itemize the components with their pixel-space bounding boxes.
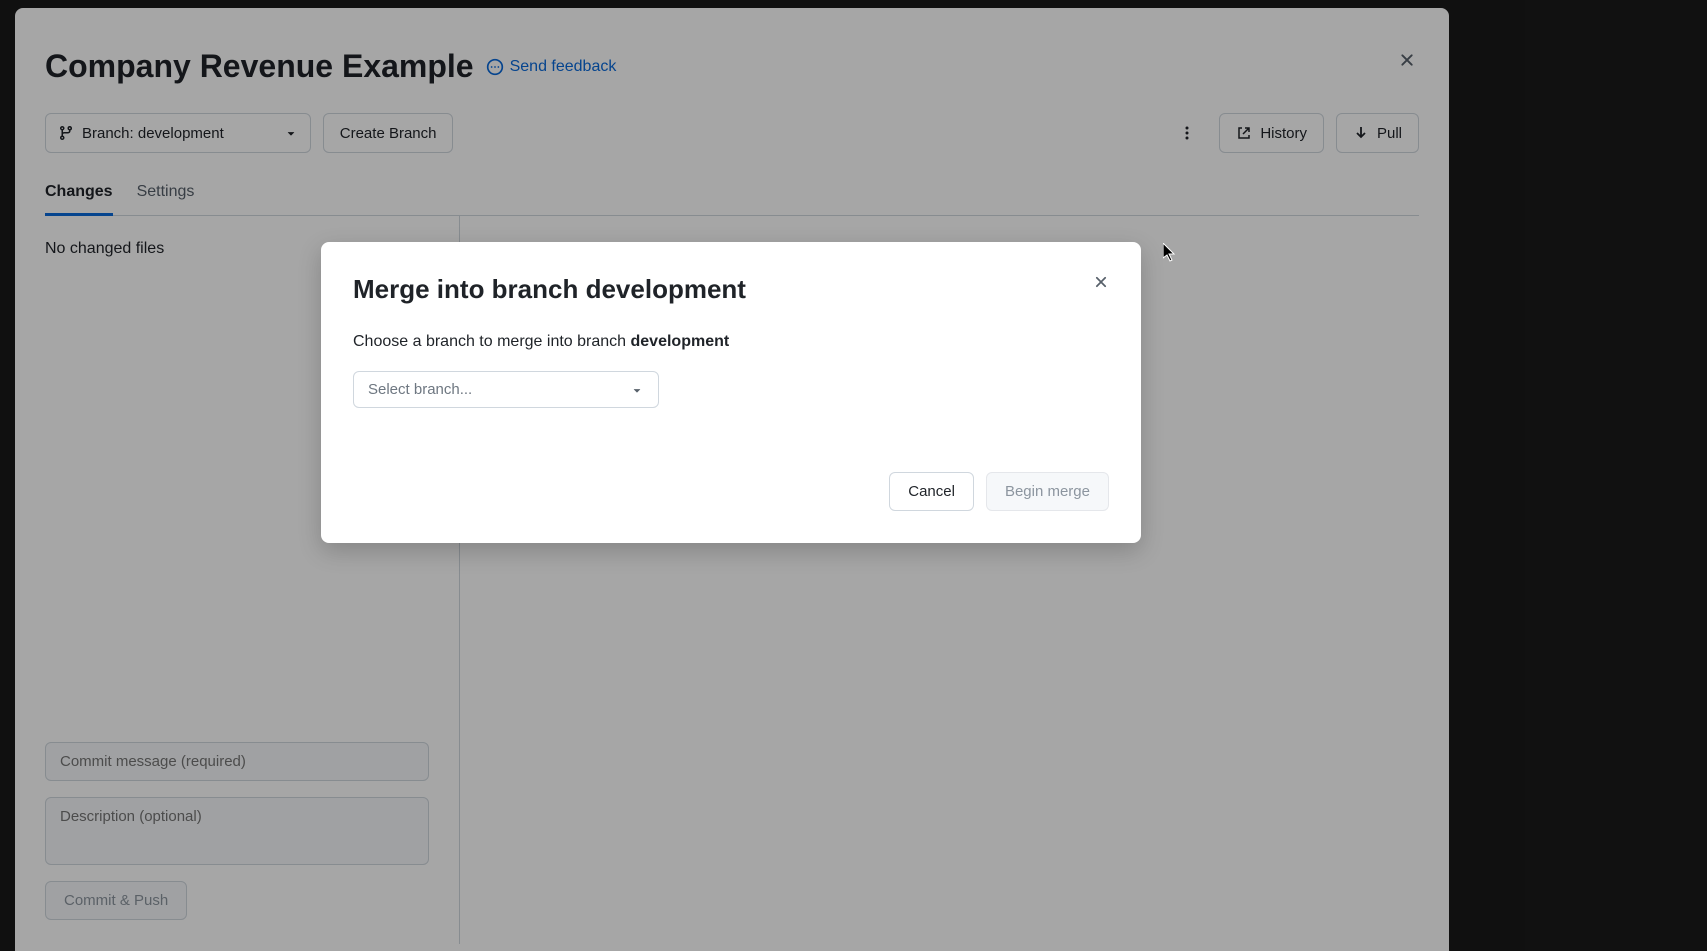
modal-footer: Cancel Begin merge — [353, 472, 1109, 511]
begin-merge-button[interactable]: Begin merge — [986, 472, 1109, 511]
branch-select[interactable]: Select branch... — [353, 371, 659, 408]
chevron-down-icon — [630, 383, 644, 397]
modal-overlay[interactable]: Merge into branch development Choose a b… — [0, 0, 1707, 951]
branch-select-placeholder: Select branch... — [368, 381, 472, 398]
begin-merge-label: Begin merge — [1005, 483, 1090, 500]
close-icon — [1092, 273, 1110, 291]
merge-modal: Merge into branch development Choose a b… — [321, 242, 1141, 543]
cancel-label: Cancel — [908, 483, 955, 500]
modal-description: Choose a branch to merge into branch dev… — [353, 333, 1109, 351]
cancel-button[interactable]: Cancel — [889, 472, 974, 511]
modal-description-prefix: Choose a branch to merge into branch — [353, 333, 631, 350]
modal-close-button[interactable] — [1089, 270, 1113, 294]
modal-description-branch: development — [631, 333, 730, 350]
modal-title: Merge into branch development — [353, 274, 1109, 305]
